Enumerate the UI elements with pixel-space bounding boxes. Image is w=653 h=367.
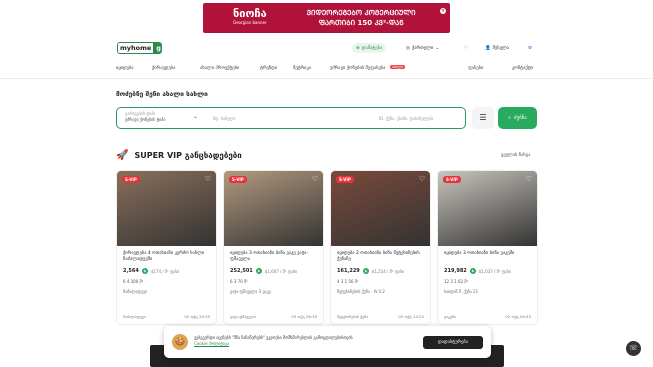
svip-badge: S-VIP	[336, 176, 354, 183]
heart-icon[interactable]: ♡	[419, 175, 425, 183]
chevron-down-icon: ⌄	[193, 113, 199, 120]
nav-item[interactable]: იყიდება	[116, 66, 134, 71]
add-listing-button[interactable]: ⊕ დამატება	[352, 43, 387, 53]
currency-icon[interactable]: $	[469, 268, 476, 274]
listing-price: 161,229 $ $1,214 / მ² ფასი	[337, 268, 405, 274]
listing-title: იყიდება 3 ოთახიანი ბინა ვაკეში	[444, 251, 515, 256]
banner-promo-text: ᲕᲘᲓᲔᲝᲠᲔᲒᲔᲑᲝ ᲙᲝᲛᲔᲠᲪᲘᲣᲚᲘ ᲤᲐᲠᲗᲘᲑᲘ 150 ᲙᲕ²-ᲓᲐ…	[306, 9, 416, 27]
search-icon: ⌕	[508, 115, 511, 121]
listing-location: ნაძალადევი	[123, 289, 147, 294]
heart-icon[interactable]: ♡	[205, 175, 211, 183]
currency-icon[interactable]: $	[255, 268, 262, 274]
listing-photo: S-VIP ♡	[117, 171, 216, 246]
close-icon[interactable]: ✕	[440, 8, 446, 14]
city-input[interactable]: მდ. სახელი	[213, 116, 235, 121]
listing-footer: ნაძალადევი 02 ოქტ 20:35	[123, 314, 210, 319]
divider	[0, 78, 653, 79]
heart-icon[interactable]: ♡	[526, 175, 532, 183]
nav-item[interactable]: კონტაქტი	[512, 66, 533, 71]
cookie-text: ვებგვერდი იყენებს "მზა ჩანაწერებს" უკეთე…	[194, 335, 353, 346]
listing-footer: ვაკეში 02 ოქტ 09:45	[444, 314, 531, 319]
listing-location: საიდან მ. ქუჩა 21	[444, 289, 479, 294]
listing-location: ვაჟა-ფშაველა 3 ვაკე	[230, 289, 271, 294]
language-button[interactable]: ◎ ქართული ⌄	[402, 43, 443, 53]
favorites-button[interactable]: ♡	[460, 43, 472, 53]
accept-cookies-button[interactable]: დადასტურება	[423, 336, 483, 349]
cookie-policy-link[interactable]: Cookie პოლიტიკა	[194, 341, 229, 346]
currency-icon[interactable]: $	[362, 268, 369, 274]
deal-type-select[interactable]: გარიგების ტიპი უძრავი ქონების ტიპი	[125, 111, 165, 122]
listing-card[interactable]: S-VIP ♡ იყიდება 3 ოთახიანი ბინა ვაკეში 2…	[437, 170, 538, 325]
listing-price: 2,564 $ $174 / მ² ფასი	[123, 268, 180, 274]
section-title: 🚀 SUPER VIP განცხადებები	[116, 150, 242, 161]
location-input[interactable]: ID, ქუჩა, უბანი, დასახელება	[379, 116, 433, 121]
listing-footer: მეტეხინების ქუჩა 02 ოქტ 14:25	[337, 314, 424, 319]
plus-icon: ⊕	[356, 45, 360, 51]
listing-card[interactable]: S-VIP ♡ იყიდება 3 ოთახიანი ბინა ვაკე ვაჟ…	[223, 170, 324, 325]
listing-card[interactable]: S-VIP ♡ იყიდება 2 ოთახიანი ბინა მეტეხინე…	[330, 170, 431, 325]
listing-photo: S-VIP ♡	[331, 171, 430, 246]
listing-title: ქირავდება 4 ოთახიანი კერძო სახლი ნაძალად…	[123, 251, 205, 262]
nav-item[interactable]: უძრავი ქონების შეფასება	[330, 66, 385, 71]
main-nav: იყიდება ქირავდება ახალი პროექტები ტრენდი…	[0, 62, 653, 76]
user-icon: 👤	[485, 45, 491, 51]
globe-icon: ◎	[406, 45, 410, 51]
nav-item[interactable]: ახალი პროექტები	[200, 66, 239, 71]
svip-badge: S-VIP	[122, 176, 140, 183]
listing-features: 12 3 1 62 მ²	[444, 279, 469, 284]
heart-icon[interactable]: ♡	[312, 175, 318, 183]
site-header: myhomege ⊕დამატება ◎ქართული⌄ ♡ 👤შესვლა ⚙	[0, 38, 653, 58]
banner-logo: ნიოჩა Georgian banner	[233, 7, 267, 25]
nav-item[interactable]: ტრენდი	[260, 66, 277, 71]
listing-features: 6 4 300 მ²	[123, 279, 144, 284]
listing-features: 4 3 1 56 მ²	[337, 279, 359, 284]
rocket-icon: 🚀	[116, 150, 129, 161]
cookie-banner: 🍪 ვებგვერდი იყენებს "მზა ჩანაწერებს" უკე…	[164, 326, 491, 358]
listing-location: მეტეხინების ქუჩა - IV ბ.2	[337, 289, 385, 294]
svip-badge: S-VIP	[229, 176, 247, 183]
new-badge: ახალი	[390, 65, 405, 69]
settings-icon[interactable]: ⚙	[524, 43, 536, 53]
chevron-down-icon: ⌄	[435, 45, 439, 51]
login-button[interactable]: 👤 შესვლა	[481, 43, 513, 53]
filter-icon[interactable]: ☰	[472, 107, 494, 129]
listing-photo: S-VIP ♡	[438, 171, 537, 246]
nav-item[interactable]: მეტრიკა	[293, 66, 311, 71]
listing-card[interactable]: S-VIP ♡ ქირავდება 4 ოთახიანი კერძო სახლი…	[116, 170, 217, 325]
listing-price: 252,501 $ $1,607 / მ² ფასი	[230, 268, 298, 274]
listing-price: 219,982 $ $1,037 / მ² ფასი	[444, 268, 512, 274]
nav-item[interactable]: ფასები	[468, 66, 483, 71]
nav-item[interactable]: ქირავდება	[152, 66, 175, 71]
listing-title: იყიდება 3 ოთახიანი ბინა ვაკე ვაჟა-ფშაველ…	[230, 251, 308, 262]
site-logo[interactable]: myhomege	[117, 42, 162, 54]
see-all-link[interactable]: ყველას ნახვა	[501, 153, 530, 158]
heart-icon: ♡	[464, 45, 469, 51]
listing-footer: ვაჟა-ფშაველა 03 ოქტ 06:30	[230, 314, 317, 319]
currency-icon[interactable]: $	[141, 268, 148, 274]
listing-features: 6 3 70 მ²	[230, 279, 248, 284]
search-button[interactable]: ⌕ ძებნა	[498, 107, 537, 129]
chat-icon[interactable]: ☏	[626, 341, 641, 356]
page-title: მოძებნე შენი ახალი სახლი	[116, 90, 208, 98]
search-bar: გარიგების ტიპი უძრავი ქონების ტიპი ⌄ მდ. …	[116, 107, 466, 129]
svip-badge: S-VIP	[443, 176, 461, 183]
top-ad-banner[interactable]: ნიოჩა Georgian banner ᲕᲘᲓᲔᲝᲠᲔᲒᲔᲑᲝ ᲙᲝᲛᲔᲠᲪᲘ…	[203, 3, 450, 33]
listing-title: იყიდება 2 ოთახიანი ბინა მეტეხინების ქუჩა…	[337, 251, 420, 262]
cookie-icon: 🍪	[172, 334, 188, 350]
listing-photo: S-VIP ♡	[224, 171, 323, 246]
